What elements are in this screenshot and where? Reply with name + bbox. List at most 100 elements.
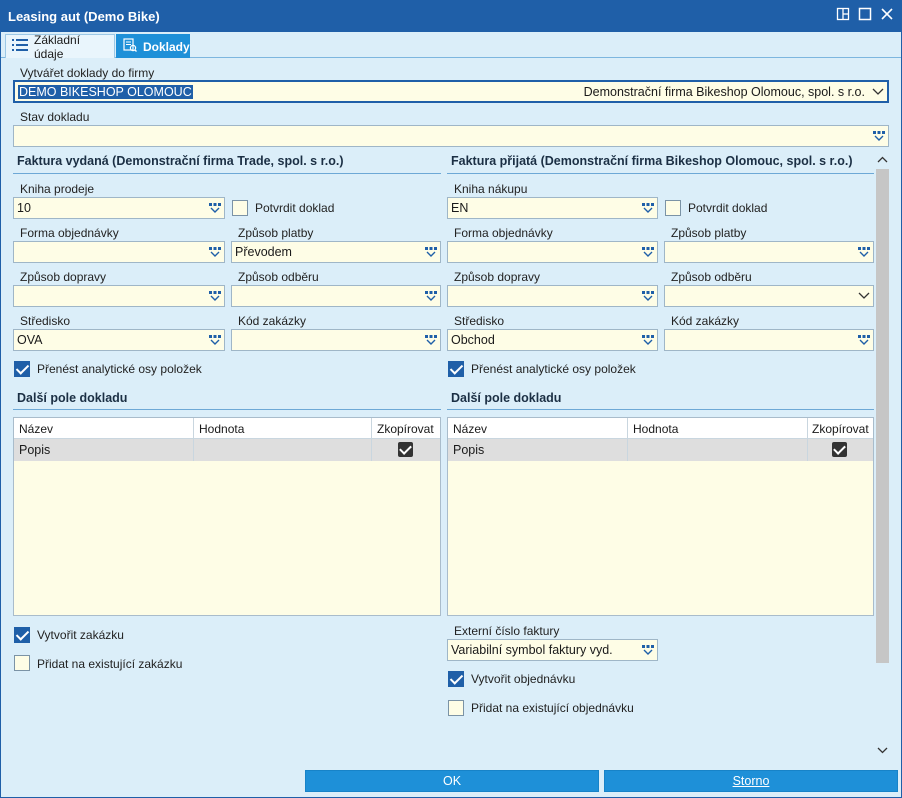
left-fields-grid[interactable]: Název Hodnota Zkopírovat Popis [13,417,441,616]
left-potvrdit-label: Potvrdit doklad [255,201,335,215]
right-fields-grid[interactable]: Název Hodnota Zkopírovat Popis [447,417,874,616]
picker-icon[interactable] [639,286,657,306]
cell-copy-checkbox[interactable] [832,442,847,457]
list-icon [12,39,28,54]
stav-field[interactable] [13,125,889,147]
picker-icon[interactable] [855,242,873,262]
pridat-objednavku-checkbox[interactable] [448,700,464,716]
tab-label: Základní údaje [34,32,81,61]
right-platba-label: Způsob platby [671,226,747,240]
restore-icon[interactable] [834,7,852,25]
scroll-thumb[interactable] [876,169,889,663]
right-potvrdit-checkbox[interactable] [665,200,681,216]
left-platba-field[interactable]: Převodem [231,241,441,263]
firm-combobox[interactable]: DEMO BIKESHOP OLOMOUC Demonstrační firma… [13,80,889,103]
left-zakazka-label: Kód zakázky [238,314,307,328]
chevron-down-icon[interactable] [855,286,873,306]
picker-icon[interactable] [639,198,657,218]
picker-icon[interactable] [639,640,657,660]
tab-doklady[interactable]: Doklady [116,34,190,58]
right-doprava-field[interactable] [447,285,658,307]
dialog-window: Leasing aut (Demo Bike) Základní údaje D… [0,0,902,798]
kniha-nakupu-field[interactable]: EN [447,197,658,219]
right-zakazka-label: Kód zakázky [671,314,740,328]
table-row[interactable]: Popis [448,439,873,461]
close-icon[interactable] [878,7,896,25]
kniha-nakupu-value: EN [451,201,469,215]
right-zakazka-field[interactable] [664,329,874,351]
scroll-up-icon[interactable] [877,153,888,167]
left-section-divider [13,173,441,174]
table-row[interactable]: Popis [14,439,440,461]
right-prenest-checkbox[interactable] [448,361,464,377]
picker-icon[interactable] [639,330,657,350]
externi-cislo-label: Externí číslo faktury [454,624,560,638]
left-stredisko-field[interactable]: OVA [13,329,225,351]
left-zakazka-field[interactable] [231,329,441,351]
col-zkopirovat[interactable]: Zkopírovat [812,422,869,436]
maximize-icon[interactable] [856,7,874,25]
right-forma-field[interactable] [447,241,658,263]
col-hodnota[interactable]: Hodnota [199,422,244,436]
right-odber-field[interactable] [664,285,874,307]
picker-icon[interactable] [870,126,888,146]
window-title: Leasing aut (Demo Bike) [8,9,160,24]
right-doprava-label: Způsob dopravy [454,270,541,284]
right-section-divider [447,173,874,174]
cell-copy-checkbox[interactable] [398,442,413,457]
kniha-prodeje-field[interactable]: 10 [13,197,225,219]
left-odber-label: Způsob odběru [238,270,319,284]
stav-label: Stav dokladu [20,110,90,124]
ok-button[interactable]: OK [305,770,599,792]
externi-cislo-field[interactable]: Variabilní symbol faktury vyd. [447,639,658,661]
right-section-title: Faktura přijatá (Demonstrační firma Bike… [451,154,853,168]
left-prenest-checkbox[interactable] [14,361,30,377]
tab-label: Doklady [143,39,190,54]
right-potvrdit-label: Potvrdit doklad [688,201,768,215]
pridat-zakazku-checkbox[interactable] [14,655,30,671]
picker-icon[interactable] [422,242,440,262]
col-hodnota[interactable]: Hodnota [633,422,678,436]
right-platba-field[interactable] [664,241,874,263]
right-dalsi-divider [447,409,874,410]
col-nazev[interactable]: Název [19,422,53,436]
right-stredisko-value: Obchod [451,333,495,347]
picker-icon[interactable] [855,330,873,350]
tab-zakladni-udaje[interactable]: Základní údaje [5,32,115,61]
picker-icon[interactable] [422,286,440,306]
cell-name: Popis [453,443,485,457]
left-dalsi-title: Další pole dokladu [17,391,128,405]
left-stredisko-label: Středisko [20,314,71,328]
left-doprava-field[interactable] [13,285,225,307]
col-nazev[interactable]: Název [453,422,487,436]
picker-icon[interactable] [639,242,657,262]
left-prenest-label: Přenést analytické osy položek [37,362,202,376]
left-odber-field[interactable] [231,285,441,307]
left-forma-label: Forma objednávky [20,226,119,240]
right-stredisko-field[interactable]: Obchod [447,329,658,351]
grid-header: Název Hodnota Zkopírovat [448,418,873,439]
vytvorit-zakazku-checkbox[interactable] [14,627,30,643]
title-bar[interactable]: Leasing aut (Demo Bike) [1,1,901,32]
kniha-prodeje-value: 10 [17,201,31,215]
storno-button[interactable]: Storno [604,770,898,792]
vytvorit-objednavku-checkbox[interactable] [448,671,464,687]
tab-bar: Základní údaje Doklady [1,32,901,61]
kniha-prodeje-label: Kniha prodeje [20,182,95,196]
picker-icon[interactable] [206,286,224,306]
left-section-title: Faktura vydaná (Demonstrační firma Trade… [17,154,344,168]
picker-icon[interactable] [206,330,224,350]
col-zkopirovat[interactable]: Zkopírovat [377,422,434,436]
grid-header: Název Hodnota Zkopírovat [14,418,440,439]
right-stredisko-label: Středisko [454,314,505,328]
left-forma-field[interactable] [13,241,225,263]
picker-icon[interactable] [206,242,224,262]
right-prenest-label: Přenést analytické osy položek [471,362,636,376]
left-potvrdit-checkbox[interactable] [232,200,248,216]
left-platba-label: Způsob platby [238,226,314,240]
scroll-down-icon[interactable] [877,743,888,757]
chevron-down-icon[interactable] [869,82,887,101]
picker-icon[interactable] [422,330,440,350]
picker-icon[interactable] [206,198,224,218]
vertical-scrollbar[interactable] [875,151,890,755]
